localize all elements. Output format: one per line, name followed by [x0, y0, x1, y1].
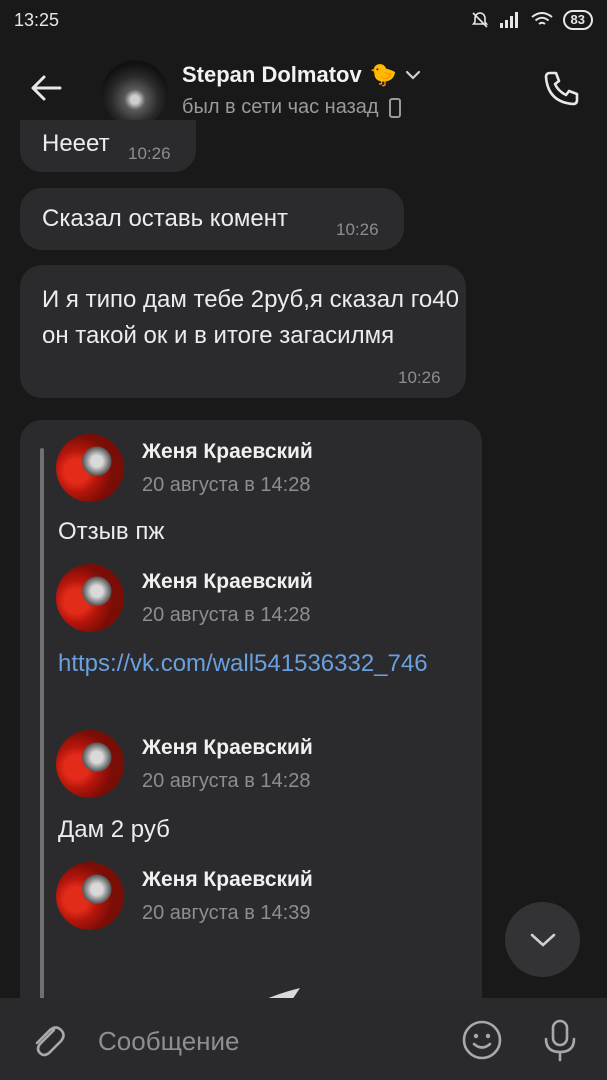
emoji-icon[interactable] — [460, 1018, 504, 1062]
arrow-left-icon[interactable] — [28, 70, 64, 106]
forwarded-date: 20 августа в 14:28 — [142, 604, 311, 626]
forward-quote-bar — [40, 448, 44, 1060]
chevron-down-icon — [530, 933, 555, 947]
forwarded-author[interactable]: Женя Краевский — [142, 570, 313, 594]
battery-indicator: 83 — [562, 10, 593, 30]
message-bubble[interactable]: Сказал оставь комент 10:26 — [20, 188, 404, 250]
message-time: 10:26 — [128, 144, 171, 163]
message-text: Сказал оставь комент — [42, 205, 289, 232]
scroll-down-button[interactable] — [505, 902, 580, 977]
message-input[interactable] — [96, 1022, 440, 1060]
status-bar: 13:25 83 — [0, 0, 607, 40]
message-time: 10:26 — [398, 368, 441, 387]
mute-icon — [471, 12, 488, 28]
message-composer — [0, 998, 607, 1080]
forwarded-date: 20 августа в 14:39 — [142, 902, 311, 924]
message-bubble[interactable]: Нееет 10:26 — [20, 120, 196, 172]
message-bubble[interactable]: И я типо дам тебе 2руб,я сказал го40 он … — [20, 265, 466, 398]
forwarded-date: 20 августа в 14:28 — [142, 770, 311, 792]
avatar[interactable] — [56, 730, 124, 798]
message-text: И я типо дам тебе 2руб,я сказал го40 он … — [42, 286, 459, 349]
forwarded-author[interactable]: Женя Краевский — [142, 736, 313, 760]
status-time: 13:25 — [14, 9, 60, 30]
contact-name-text: Stepan Dolmatov — [182, 62, 362, 87]
microphone-icon[interactable] — [540, 1018, 580, 1062]
avatar[interactable] — [56, 434, 124, 502]
forwarded-messages-bubble[interactable]: Женя Краевский 20 августа в 14:28 Отзыв … — [20, 420, 482, 1060]
avatar[interactable] — [56, 564, 124, 632]
forwarded-author[interactable]: Женя Краевский — [142, 868, 313, 892]
duck-emoji-icon: 🐤 — [369, 62, 398, 87]
forwarded-date: 20 августа в 14:28 — [142, 474, 311, 496]
status-icons: 83 — [471, 10, 593, 30]
forwarded-text: Отзыв пж — [58, 518, 165, 545]
forwarded-link[interactable]: https://vk.com/wall541536332_746 — [58, 646, 448, 682]
contact-name[interactable]: Stepan Dolmatov 🐤 — [182, 62, 421, 88]
forwarded-text: Дам 2 руб — [58, 816, 170, 843]
avatar[interactable] — [56, 862, 124, 930]
forwarded-author[interactable]: Женя Краевский — [142, 440, 313, 464]
signal-icon — [499, 12, 518, 28]
last-seen-text: был в сети час назад — [182, 96, 379, 118]
mobile-phone-icon — [388, 97, 401, 118]
chevron-down-icon[interactable] — [405, 69, 421, 81]
paperclip-icon[interactable] — [28, 1020, 68, 1060]
message-time: 10:26 — [336, 220, 379, 239]
contact-status: был в сети час назад — [182, 96, 401, 119]
avatar[interactable] — [102, 60, 168, 126]
message-text: Нееет — [42, 130, 110, 157]
wifi-icon — [530, 12, 553, 25]
phone-icon[interactable] — [542, 68, 582, 108]
